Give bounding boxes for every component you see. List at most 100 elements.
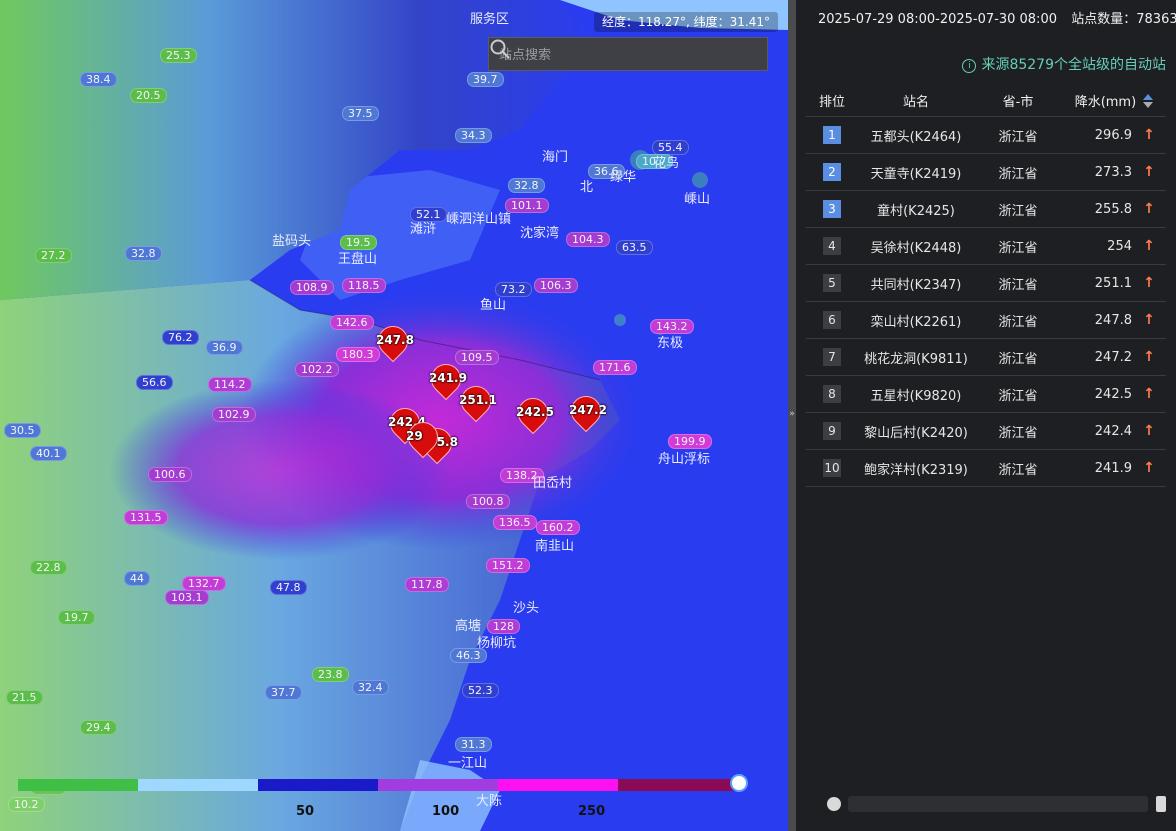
station-value-label[interactable]: 47.8	[270, 580, 307, 595]
province: 浙江省	[998, 425, 1038, 441]
station-name[interactable]: 黎山后村(K2420)	[858, 422, 974, 441]
table-row[interactable]: 9 黎山后村(K2420) 浙江省 242.4 ↑	[806, 413, 1166, 450]
precip-value: 296.9	[1094, 127, 1132, 143]
table-row[interactable]: 2 天童寺(K2419) 浙江省 273.3 ↑	[806, 154, 1166, 191]
station-value-label[interactable]: 100.8	[466, 494, 510, 509]
station-value-label[interactable]: 114.2	[208, 377, 252, 392]
station-value-label[interactable]: 37.7	[265, 685, 302, 700]
station-value-label[interactable]: 32.4	[352, 680, 389, 695]
station-name[interactable]: 桃花龙洞(K9811)	[858, 348, 974, 367]
station-value-label[interactable]: 151.2	[486, 558, 530, 573]
station-name[interactable]: 鲍家洋村(K2319)	[858, 459, 974, 478]
station-value-label[interactable]: 34.3	[455, 128, 492, 143]
station-value-label[interactable]: 39.7	[467, 72, 504, 87]
station-value-label[interactable]: 36.9	[206, 340, 243, 355]
table-row[interactable]: 5 共同村(K2347) 浙江省 251.1 ↑	[806, 265, 1166, 302]
station-value-label[interactable]: 180.3	[336, 347, 380, 362]
station-value-label[interactable]: 25.3	[160, 48, 197, 63]
station-value-label[interactable]: 104.3	[566, 232, 610, 247]
station-value-label[interactable]: 160.2	[536, 520, 580, 535]
ranking-table: 排位 站名 省-市 降水(mm) 1 五都头(K2464) 浙江省 296.9 ↑ 2 天童…	[806, 84, 1166, 487]
station-value-label[interactable]: 102.2	[295, 362, 339, 377]
station-value-label[interactable]: 44	[124, 571, 150, 586]
station-value-label[interactable]: 63.5	[616, 240, 653, 255]
legend-swatch	[258, 779, 378, 791]
station-value-label[interactable]: 56.6	[136, 375, 173, 390]
station-value-label[interactable]: 38.4	[80, 72, 117, 87]
station-search-input[interactable]	[497, 44, 733, 66]
station-search[interactable]	[488, 37, 768, 71]
table-row[interactable]: 1 五都头(K2464) 浙江省 296.9 ↑	[806, 116, 1166, 154]
station-name[interactable]: 吴徐村(K2448)	[858, 237, 974, 256]
rank-badge: 2	[823, 163, 841, 181]
station-value-label[interactable]: 108.9	[290, 280, 334, 295]
station-value-label[interactable]: 131.5	[124, 510, 168, 525]
station-name[interactable]: 五都头(K2464)	[858, 126, 974, 145]
station-value-label[interactable]: 31.3	[455, 737, 492, 752]
place-label: 服务区	[470, 12, 510, 27]
panel-splitter[interactable]: »	[788, 0, 796, 831]
station-value-label[interactable]: 27.2	[35, 248, 72, 263]
station-value-label[interactable]: 23.8	[312, 667, 349, 682]
legend-swatch	[138, 779, 258, 791]
station-value-label[interactable]: 40.1	[30, 446, 67, 461]
station-value-label[interactable]: 76.2	[162, 330, 199, 345]
table-row[interactable]: 3 童村(K2425) 浙江省 255.8 ↑	[806, 191, 1166, 228]
rain-map[interactable]: 39.7 20.5 37.5 34.3 55.4 10.7 36.6 32.8 52.1 101.…	[0, 0, 788, 831]
place-label: 舟山浮标	[658, 452, 711, 467]
station-value-label[interactable]: 171.6	[593, 360, 637, 375]
station-name[interactable]: 天童寺(K2419)	[858, 163, 974, 182]
province: 浙江省	[998, 166, 1038, 182]
station-name[interactable]: 栾山村(K2261)	[858, 311, 974, 330]
station-value-label[interactable]: 199.9	[668, 434, 712, 449]
station-value-label[interactable]: 32.8	[125, 246, 162, 261]
station-name[interactable]: 共同村(K2347)	[858, 274, 974, 293]
station-value-label[interactable]: 100.6	[148, 467, 192, 482]
search-icon[interactable]	[489, 38, 511, 60]
station-value-label[interactable]: 19.7	[58, 610, 95, 625]
table-row[interactable]: 7 桃花龙洞(K9811) 浙江省 247.2 ↑	[806, 339, 1166, 376]
station-value-label[interactable]: 132.7	[182, 576, 226, 591]
station-value-label[interactable]: 32.8	[508, 178, 545, 193]
station-value-label[interactable]: 30.5	[4, 423, 41, 438]
station-name[interactable]: 五星村(K9820)	[858, 385, 974, 404]
station-value-label[interactable]: 21.5	[6, 690, 43, 705]
station-count: 站点数量：78363/85279	[1071, 12, 1176, 27]
collapse-handle-icon[interactable]: »	[788, 408, 796, 420]
header-precip[interactable]: 降水(mm)	[1062, 91, 1166, 110]
station-value-label[interactable]: 10.2	[8, 797, 45, 812]
table-row[interactable]: 6 栾山村(K2261) 浙江省 247.8 ↑	[806, 302, 1166, 339]
station-value-label[interactable]: 29.4	[80, 720, 117, 735]
legend-slider-handle[interactable]	[730, 774, 748, 792]
station-name[interactable]: 童村(K2425)	[858, 200, 974, 219]
place-label: 绿华	[610, 170, 637, 185]
precip-value: 251.1	[1094, 275, 1132, 291]
province: 浙江省	[998, 351, 1038, 367]
station-value-label[interactable]: 109.5	[455, 350, 499, 365]
station-value-label[interactable]: 52.3	[462, 683, 499, 698]
table-row[interactable]: 10 鲍家洋村(K2319) 浙江省 241.9 ↑	[806, 450, 1166, 487]
station-value-label[interactable]: 101.1	[505, 198, 549, 213]
legend-swatch	[18, 779, 138, 791]
place-label: 海门	[542, 150, 569, 165]
station-value-label[interactable]: 136.5	[493, 515, 537, 530]
legend-swatch	[498, 779, 618, 791]
up-arrow-icon: ↑	[1143, 423, 1155, 439]
info-icon: i	[962, 59, 977, 73]
station-value-label[interactable]: 118.5	[342, 278, 386, 293]
station-value-label[interactable]: 102.9	[212, 407, 256, 422]
table-row[interactable]: 8 五星村(K9820) 浙江省 242.5 ↑	[806, 376, 1166, 413]
station-value-label[interactable]: 20.5	[130, 88, 167, 103]
table-row[interactable]: 4 吴徐村(K2448) 浙江省 254 ↑	[806, 228, 1166, 265]
station-value-label[interactable]: 37.5	[342, 106, 379, 121]
panel-header: 2025-07-29 08:00-2025-07-30 08:00 站点数量：7…	[818, 8, 1176, 27]
station-value-label[interactable]: 142.6	[330, 315, 374, 330]
sort-icon[interactable]	[1143, 93, 1154, 108]
station-value-label[interactable]: 22.8	[30, 560, 67, 575]
precip-value: 241.9	[1094, 460, 1132, 476]
station-value-label[interactable]: 117.8	[405, 577, 449, 592]
station-value-label[interactable]: 106.3	[534, 278, 578, 293]
place-label: 杨柳坑	[477, 636, 517, 651]
station-value-label[interactable]: 103.1	[165, 590, 209, 605]
rank-badge: 5	[823, 274, 841, 292]
